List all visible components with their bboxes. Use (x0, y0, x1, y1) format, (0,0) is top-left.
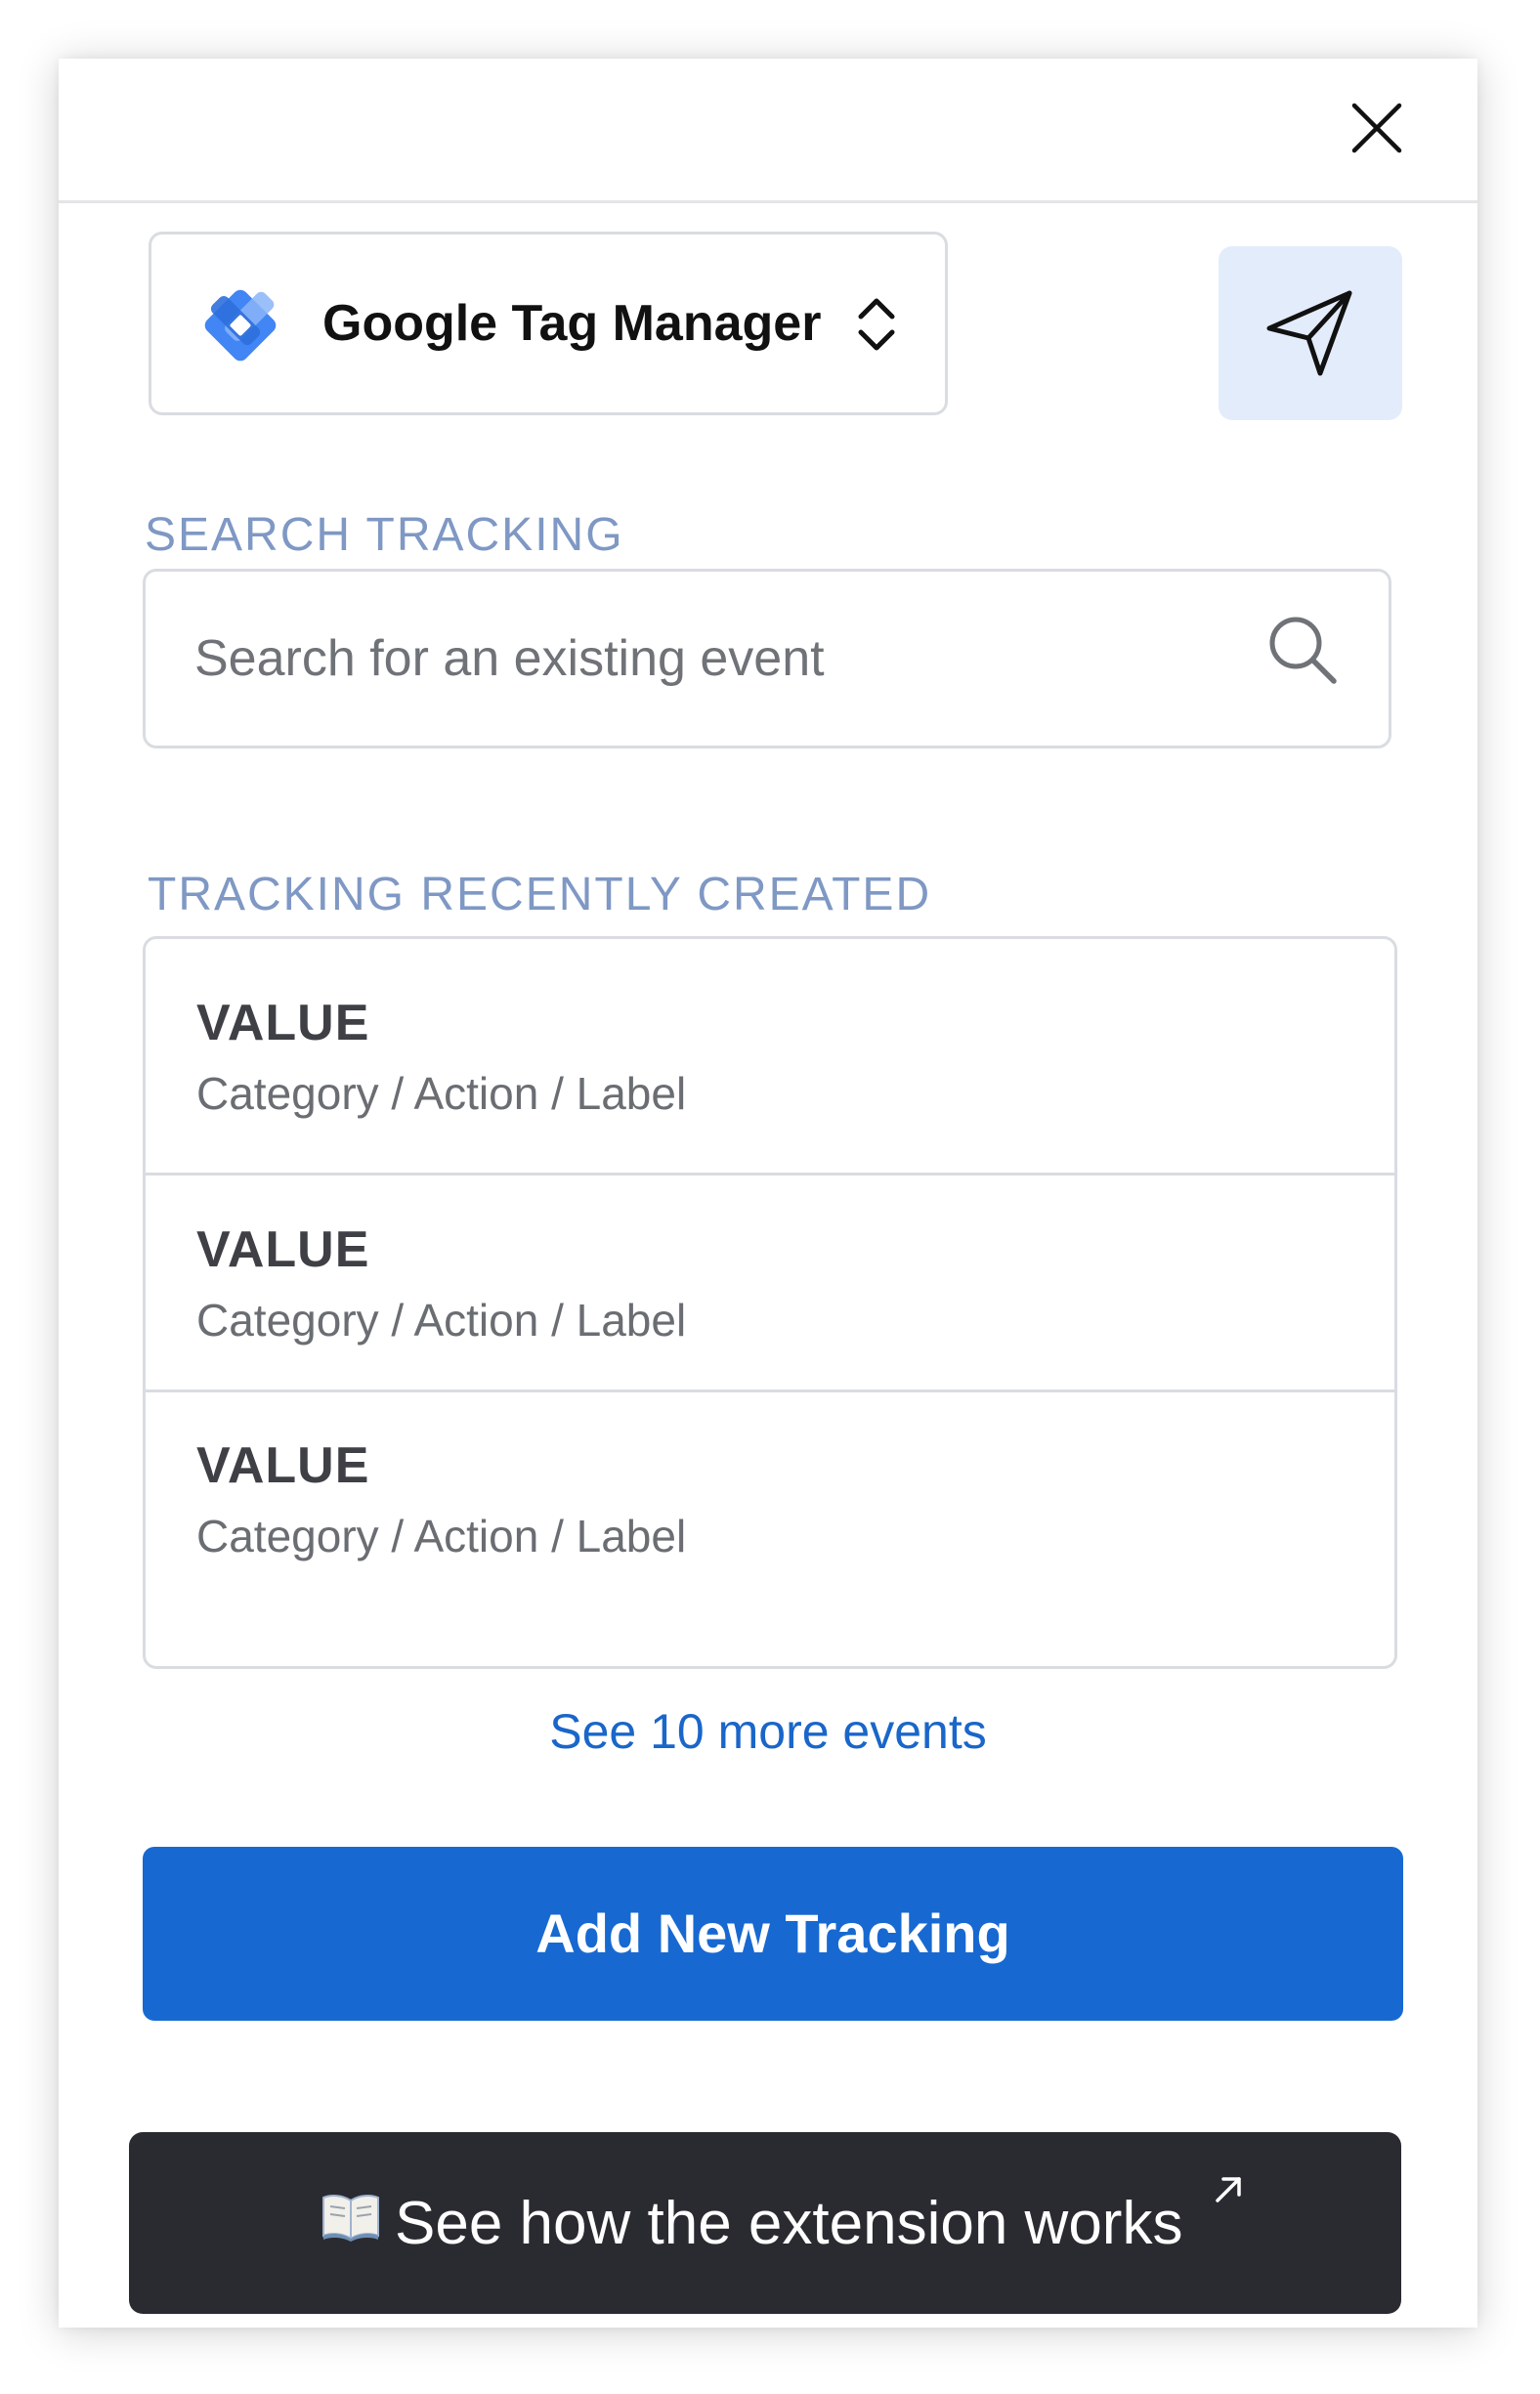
howto-label: See how the extension works (395, 2190, 1183, 2257)
list-item[interactable]: VALUE Category / Action / Label (146, 1392, 1394, 1666)
search-input[interactable] (194, 572, 1220, 746)
event-path: Category / Action / Label (196, 1295, 687, 1346)
book-icon (321, 2191, 381, 2242)
event-path: Category / Action / Label (196, 1068, 687, 1119)
recent-events-list: VALUE Category / Action / Label VALUE Ca… (143, 936, 1397, 1669)
search-box (143, 569, 1391, 748)
search-section-label: SEARCH TRACKING (145, 509, 624, 561)
see-more-events-link[interactable]: See 10 more events (59, 1702, 1477, 1761)
event-value: VALUE (196, 1437, 370, 1494)
event-value: VALUE (196, 1221, 370, 1278)
extension-panel: Google Tag Manager SEARCH TRACKING TRACK… (59, 59, 1477, 2328)
see-how-extension-works-button[interactable]: See how the extension works (129, 2132, 1401, 2314)
external-link-icon (1212, 2173, 1245, 2206)
event-path: Category / Action / Label (196, 1511, 687, 1561)
google-tag-manager-logo-icon (187, 272, 294, 379)
panel-header (59, 59, 1477, 203)
send-button[interactable] (1219, 246, 1402, 420)
search-icon[interactable] (1262, 609, 1344, 691)
close-icon[interactable] (1345, 96, 1409, 160)
event-value: VALUE (196, 995, 370, 1051)
platform-selector[interactable]: Google Tag Manager (149, 232, 948, 415)
list-item[interactable]: VALUE Category / Action / Label (146, 1176, 1394, 1392)
chevron-up-down-icon (851, 291, 902, 358)
send-icon (1266, 290, 1352, 376)
add-new-tracking-button[interactable]: Add New Tracking (143, 1847, 1403, 2021)
recent-section-label: TRACKING RECENTLY CREATED (148, 869, 932, 920)
list-item[interactable]: VALUE Category / Action / Label (146, 939, 1394, 1176)
platform-selector-label: Google Tag Manager (322, 295, 822, 352)
